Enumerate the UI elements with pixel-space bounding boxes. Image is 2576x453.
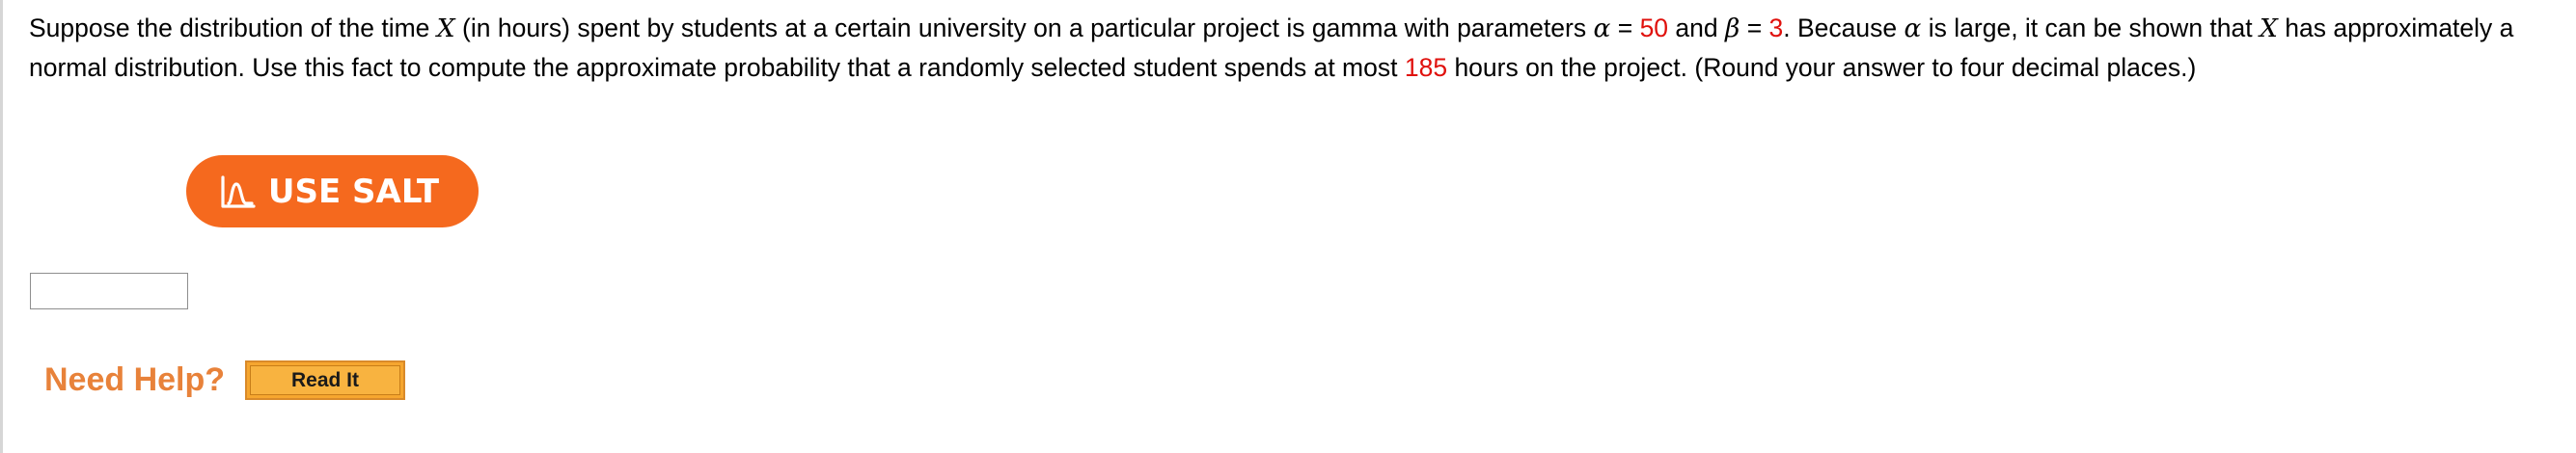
equals-sign: = (1740, 13, 1769, 42)
beta-value: 3 (1768, 13, 1784, 42)
answer-input[interactable] (30, 273, 188, 309)
alpha-value: 50 (1639, 13, 1669, 42)
equals-sign: = (1610, 13, 1640, 42)
hours-value: 185 (1404, 53, 1448, 82)
left-divider (0, 0, 3, 453)
question-part: hours on the project. (Round your answer… (1447, 53, 2197, 82)
variable-x: X (436, 13, 455, 43)
read-it-button[interactable]: Read It (245, 360, 405, 400)
use-salt-label: USE SALT (267, 172, 440, 211)
read-it-label: Read It (250, 365, 400, 395)
alpha-symbol: α (1904, 13, 1922, 43)
question-part: . Because (1783, 13, 1905, 42)
use-salt-button[interactable]: USE SALT (186, 155, 479, 227)
need-help-label: Need Help? (44, 361, 226, 398)
variable-x: X (2260, 13, 2278, 43)
alpha-symbol: α (1593, 13, 1611, 43)
question-part: (in hours) spent by students at a certai… (454, 13, 1594, 42)
beta-symbol: β (1725, 13, 1740, 43)
salt-distribution-icon (220, 174, 257, 209)
question-text: Suppose the distribution of the time X (… (29, 9, 2562, 87)
question-part: Suppose the distribution of the time (29, 13, 437, 42)
question-part: is large, it can be shown that (1921, 13, 2260, 42)
question-part: and (1668, 13, 1725, 42)
